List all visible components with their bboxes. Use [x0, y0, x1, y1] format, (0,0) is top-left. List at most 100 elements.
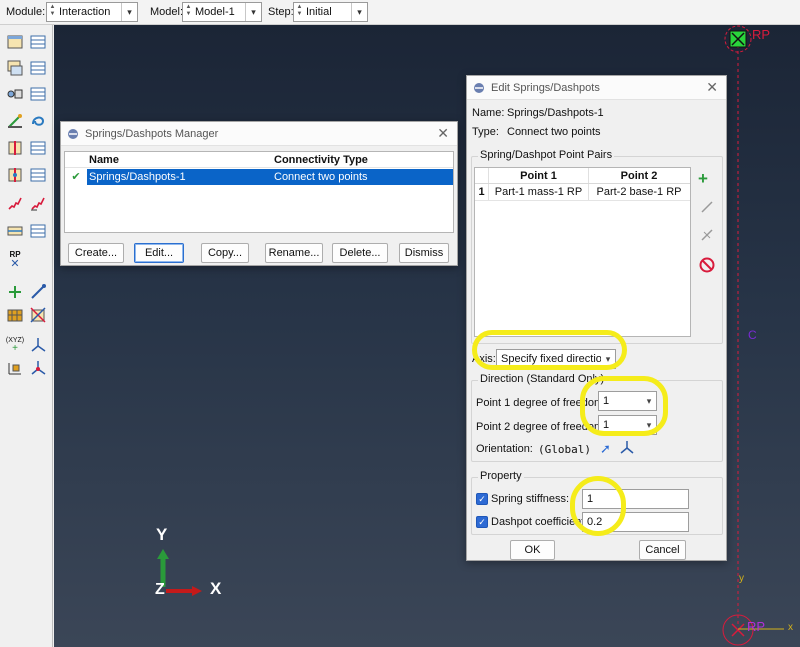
create-button[interactable]: Create...: [68, 243, 124, 263]
create-property-icon[interactable]: [5, 58, 25, 78]
reverse-pair-icon[interactable]: [700, 228, 714, 245]
spring-stiffness-checkbox[interactable]: ✓: [476, 493, 488, 505]
active-check-icon: ✔: [71, 171, 81, 183]
module-label: Module:: [6, 6, 46, 18]
rename-button[interactable]: Rename...: [265, 243, 323, 263]
type-label: Type:: [472, 126, 499, 138]
springs-manager-dialog: Springs/Dashpots Manager ✕ Name Connecti…: [60, 121, 458, 266]
step-value: Initial: [306, 6, 332, 18]
type-value: Connect two points: [507, 126, 601, 138]
axis-x-small-label: x: [788, 622, 793, 633]
assign-section-icon[interactable]: [5, 165, 25, 185]
wire-icon[interactable]: [28, 111, 48, 131]
chevron-down-icon: ▾: [351, 3, 367, 21]
property-manager-icon[interactable]: [28, 58, 48, 78]
model-value: Model-1: [195, 6, 235, 18]
constraint-icon[interactable]: [5, 84, 25, 104]
highlight-axis: [472, 330, 627, 370]
point-pairs-table: Point 1 Point 2 1 Part-1 mass-1 RP Part-…: [474, 167, 691, 337]
create-csys-icon[interactable]: (XYZ) +: [5, 335, 25, 355]
step-select[interactable]: ▲ ▼ Initial ▾: [293, 2, 368, 22]
crack-icon[interactable]: [5, 221, 25, 241]
table-row[interactable]: 1 Part-1 mass-1 RP Part-2 base-1 RP: [475, 184, 690, 201]
highlight-dof: [580, 376, 668, 436]
edit-button[interactable]: Edit...: [134, 243, 184, 263]
add-pair-icon[interactable]: +: [698, 169, 708, 189]
datum-axis-icon[interactable]: [28, 282, 48, 302]
table-row[interactable]: ✔ Springs/Dashpots-1 Connect two points: [65, 169, 455, 185]
interaction-manager-icon[interactable]: [28, 32, 48, 52]
triad-z-label: Z: [155, 581, 165, 598]
module-select[interactable]: ▲ ▼ Interaction ▾: [46, 2, 138, 22]
rp-top-label: RP: [752, 27, 771, 42]
row-type: Connect two points: [272, 169, 453, 185]
edit-title: Edit Springs/Dashpots: [491, 81, 600, 94]
column-header-point2: Point 2: [620, 170, 658, 182]
close-icon[interactable]: ✕: [706, 80, 718, 94]
delete-pair-icon[interactable]: [699, 257, 715, 276]
column-header-connectivity[interactable]: Connectivity Type: [272, 152, 453, 167]
highlight-property: [570, 476, 626, 536]
name-label: Name:: [472, 107, 505, 119]
chevron-down-icon: ▾: [121, 3, 137, 21]
datum-plane-icon[interactable]: [5, 305, 25, 325]
module-value: Interaction: [59, 6, 111, 18]
chevron-down-icon: ▾: [245, 3, 261, 21]
delete-button[interactable]: Delete...: [332, 243, 388, 263]
create-interaction-icon[interactable]: [5, 32, 25, 52]
toolbox: RP ✕ (XYZ) +: [0, 25, 53, 647]
orientation-value: (Global): [538, 443, 591, 456]
column-header-point1: Point 1: [489, 168, 589, 183]
csys-plane-icon[interactable]: [5, 358, 25, 378]
partition-icon[interactable]: [28, 305, 48, 325]
abaqus-icon: [473, 82, 485, 94]
cancel-button[interactable]: Cancel: [639, 540, 686, 560]
crack-manager-icon[interactable]: [28, 221, 48, 241]
connector-section-icon[interactable]: [5, 138, 25, 158]
csys-icon[interactable]: [620, 440, 634, 457]
csys-cylindrical-icon[interactable]: [28, 358, 48, 378]
reference-point-icon[interactable]: RP ✕: [5, 250, 25, 270]
orientation-label: Orientation:: [476, 443, 533, 455]
row-point2[interactable]: Part-2 base-1 RP: [589, 184, 689, 200]
context-bar: Module: ▲ ▼ Interaction ▾ Model: ▲ ▼ Model…: [0, 0, 800, 25]
manager-title: Springs/Dashpots Manager: [85, 127, 219, 140]
manager-table-header: Name Connectivity Type: [65, 152, 453, 168]
datum-point-icon[interactable]: [5, 282, 25, 302]
manager-title-bar[interactable]: Springs/Dashpots Manager: [61, 122, 457, 146]
spin-icon: ▲ ▼: [49, 4, 56, 17]
constraint-manager-icon[interactable]: [28, 84, 48, 104]
row-point1[interactable]: Part-1 mass-1 RP: [489, 184, 589, 200]
model-select[interactable]: ▲ ▼ Model-1 ▾: [182, 2, 262, 22]
manager-table: Name Connectivity Type ✔ Springs/Dashpot…: [64, 151, 454, 233]
copy-button[interactable]: Copy...: [201, 243, 249, 263]
column-header-name[interactable]: Name: [87, 152, 272, 167]
triad-x-label: X: [210, 579, 222, 598]
model-label: Model:: [150, 6, 184, 18]
spin-icon: ▲ ▼: [185, 4, 192, 17]
csys-triad-icon[interactable]: [28, 335, 48, 355]
connector-icon[interactable]: [5, 111, 25, 131]
spin-icon: ▲ ▼: [296, 4, 303, 17]
edit-pair-icon[interactable]: [700, 200, 714, 217]
section-manager-icon[interactable]: [28, 138, 48, 158]
close-icon[interactable]: ✕: [437, 126, 449, 140]
rp-cross-icon: ✕: [10, 258, 20, 270]
rp-bottom-label: RP: [747, 619, 766, 634]
dismiss-button[interactable]: Dismiss: [399, 243, 449, 263]
step-label: Step:: [268, 6, 294, 18]
dashpot-coefficient-checkbox[interactable]: ✓: [476, 516, 488, 528]
ok-button[interactable]: OK: [510, 540, 555, 560]
spring-stiffness-label: Spring stiffness:: [491, 493, 570, 505]
abaqus-icon: [67, 128, 79, 140]
edit-title-bar[interactable]: Edit Springs/Dashpots: [467, 76, 726, 100]
pointer-icon[interactable]: ➚: [600, 441, 611, 457]
row-name: Springs/Dashpots-1: [87, 169, 272, 185]
row-index: 1: [475, 184, 489, 200]
assignment-manager-icon[interactable]: [28, 165, 48, 185]
spring-dashpot-icon[interactable]: [5, 193, 25, 213]
spring-ground-icon[interactable]: [28, 193, 48, 213]
point-pairs-group-label: Spring/Dashpot Point Pairs: [478, 149, 615, 161]
plus-icon: +: [12, 342, 18, 354]
spring-symbol: C: [748, 328, 757, 342]
